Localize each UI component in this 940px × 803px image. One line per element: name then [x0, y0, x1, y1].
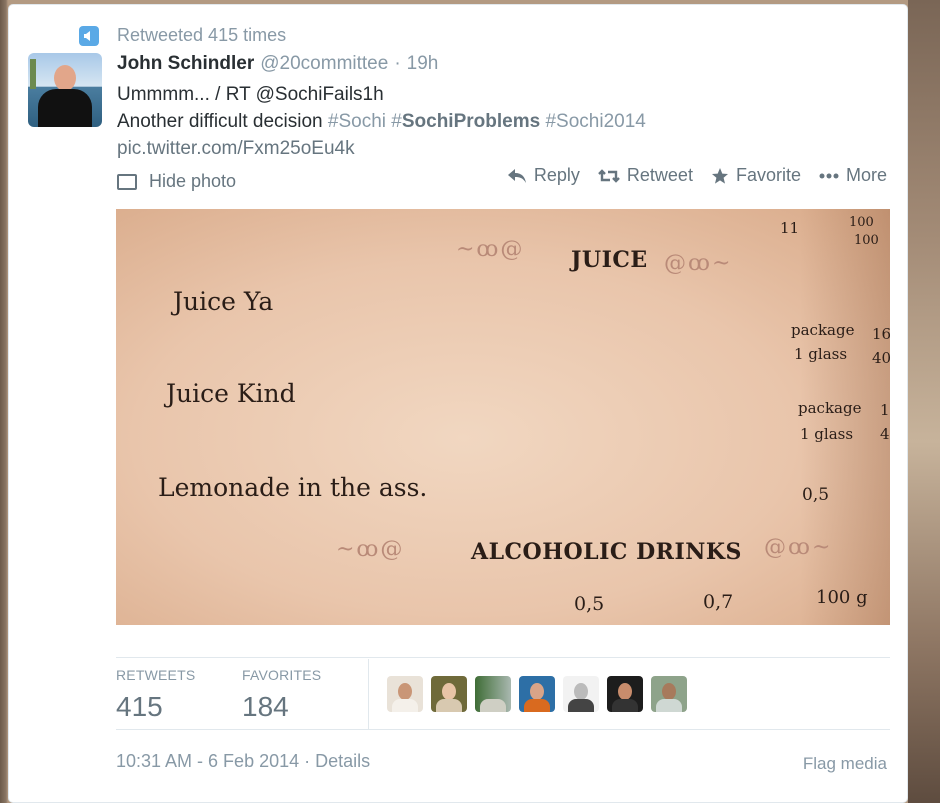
- retweets-label: RETWEETS: [116, 667, 196, 683]
- hide-photo-label: Hide photo: [149, 171, 237, 191]
- tweet-line-1: Ummmm... / RT @SochiFails1h: [117, 84, 384, 105]
- favoriter-avatar[interactable]: [607, 676, 643, 712]
- details-link[interactable]: Details: [315, 751, 370, 771]
- tweet-text: Ummmm... / RT @SochiFails1h Another diff…: [117, 81, 646, 162]
- photo-col1: 0,5: [574, 593, 605, 615]
- favoriter-avatar[interactable]: [651, 676, 687, 712]
- time-separator: ·: [394, 53, 401, 74]
- tweet-footer: 10:31 AM - 6 Feb 2014 · Details: [116, 751, 370, 772]
- more-dots-icon: [819, 173, 839, 178]
- flag-media-link[interactable]: Flag media: [803, 754, 887, 774]
- photo-item1-unit1: package: [791, 321, 855, 339]
- photo-col3: 100 g: [816, 587, 868, 608]
- retweet-button[interactable]: Retweet: [598, 165, 693, 186]
- star-icon: [711, 167, 728, 184]
- favoriter-avatar[interactable]: [519, 676, 555, 712]
- reply-button[interactable]: Reply: [507, 165, 580, 186]
- retweet-icon: [598, 168, 620, 183]
- retweets-count: 415: [116, 691, 163, 722]
- favorite-button[interactable]: Favorite: [711, 165, 801, 186]
- reply-label: Reply: [533, 165, 580, 185]
- tweet-actions: Reply Retweet Favorite More: [507, 165, 887, 186]
- ornament-left-2: ~ꝏ@: [336, 537, 405, 562]
- tweet-line-2: Another difficult decision #Sochi #Sochi…: [117, 108, 646, 135]
- photo-item2-unit1: package: [798, 399, 862, 417]
- tweet-stats: RETWEETS 415 FAVORITES 184: [116, 659, 687, 729]
- hashtag-sochiproblems-text: SochiProblems: [401, 111, 541, 132]
- favorites-stat[interactable]: FAVORITES 184: [242, 659, 368, 729]
- reply-icon: [507, 168, 526, 183]
- retweets-stat[interactable]: RETWEETS 415: [116, 659, 242, 729]
- author-handle[interactable]: @20committee: [260, 53, 388, 75]
- footer-separator: ·: [304, 751, 311, 771]
- hide-photo-button[interactable]: Hide photo: [117, 171, 236, 192]
- photo-item1-val1: 160: [872, 325, 890, 343]
- photo-top-a: 11: [780, 219, 800, 237]
- more-label: More: [845, 165, 887, 185]
- stats-top-divider: [116, 657, 890, 658]
- hashtag-sochi[interactable]: #Sochi: [328, 111, 386, 132]
- ornament-right-2: @ꝏ~: [764, 535, 833, 560]
- photo-item1-unit2: 1 glass: [794, 345, 848, 363]
- author-row: John Schindler @20committee · 19h: [117, 53, 438, 75]
- retweet-badge-icon: [79, 25, 99, 46]
- favorite-label: Favorite: [735, 165, 801, 185]
- stats-bottom-divider: [116, 729, 890, 730]
- photo-item-lemonade: Lemonade in the ass.: [158, 473, 428, 502]
- favorites-count: 184: [242, 691, 289, 722]
- hashtag-hash: #: [391, 111, 402, 132]
- background-edge: [908, 0, 940, 803]
- retweet-context: Retweeted 415 times: [79, 25, 286, 46]
- photo-item-juice-ya: Juice Ya: [173, 287, 274, 316]
- photo-top-b: 100: [849, 215, 874, 230]
- hashtag-sochi2014[interactable]: #Sochi2014: [545, 111, 645, 132]
- author-name[interactable]: John Schindler: [117, 53, 254, 75]
- photo-alcohol-heading: ALCOHOLIC DRINKS: [471, 539, 742, 565]
- favoriter-avatar[interactable]: [563, 676, 599, 712]
- more-button[interactable]: More: [819, 165, 887, 186]
- ornament-right-1: @ꝏ~: [664, 251, 733, 276]
- photo-item3-val: 0,5: [802, 485, 830, 505]
- photo-item-juice-kind: Juice Kind: [166, 379, 296, 408]
- pic-link[interactable]: pic.twitter.com/Fxm25oEu4k: [117, 135, 646, 162]
- author-avatar[interactable]: [28, 53, 102, 127]
- favorites-label: FAVORITES: [242, 667, 322, 683]
- favoriter-avatar[interactable]: [431, 676, 467, 712]
- photo-stack-icon: [117, 173, 137, 190]
- photo-col2: 0,7: [703, 591, 734, 613]
- photo-item2-val2: 4: [880, 425, 890, 443]
- retweet-label: Retweet: [626, 165, 693, 185]
- tweet-timestamp[interactable]: 10:31 AM - 6 Feb 2014: [116, 751, 299, 771]
- favoriter-avatar[interactable]: [475, 676, 511, 712]
- retweet-count-text[interactable]: Retweeted 415 times: [117, 25, 286, 46]
- ornament-left-1: ~ꝏ@: [456, 237, 525, 262]
- tweet-time[interactable]: 19h: [407, 53, 439, 75]
- photo-top-c: 100: [854, 233, 879, 248]
- photo-item2-unit2: 1 glass: [800, 425, 854, 443]
- tweet-card: Retweeted 415 times John Schindler @20co…: [8, 4, 908, 803]
- photo-item2-val1: 1: [880, 401, 890, 419]
- photo-item1-val2: 40: [872, 349, 890, 367]
- tweet-line-2-prefix: Another difficult decision: [117, 111, 328, 132]
- tweet-photo[interactable]: ~ꝏ@ @ꝏ~ ~ꝏ@ @ꝏ~ 11 100 100 JUICE Juice Y…: [116, 209, 890, 625]
- photo-juice-heading: JUICE: [571, 247, 648, 273]
- stats-separator: [368, 659, 369, 729]
- hashtag-sochiproblems[interactable]: #SochiProblems: [391, 111, 540, 132]
- favoriter-avatar[interactable]: [387, 676, 423, 712]
- favoriter-avatars: [387, 659, 687, 729]
